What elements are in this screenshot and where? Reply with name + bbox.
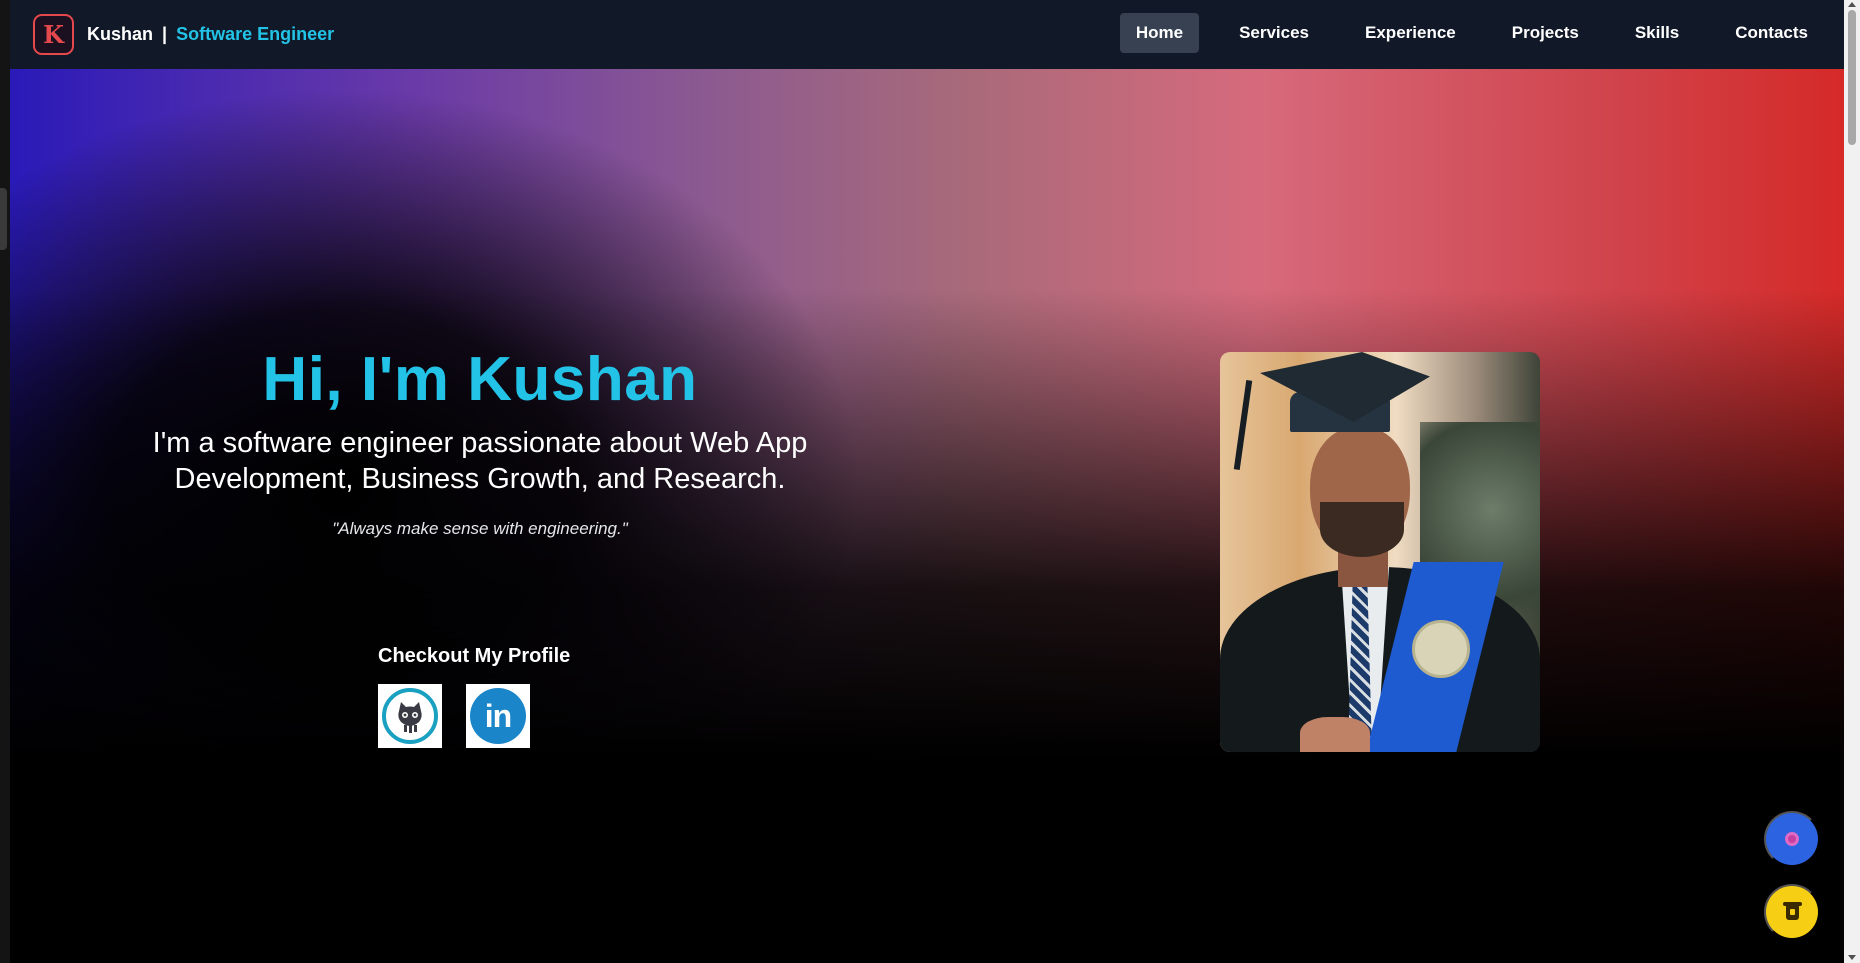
github-icon [382, 688, 438, 744]
hero-subtitle-line-1: I'm a software engineer passionate about… [152, 427, 808, 459]
profile-heading: Checkout My Profile [378, 645, 571, 667]
nav-item-projects[interactable]: Projects [1496, 13, 1595, 53]
settings-button[interactable] [1764, 811, 1820, 867]
profile-icon-row: in [378, 684, 570, 748]
hero-subtitle: I'm a software engineer passionate about… [90, 425, 870, 497]
profile-photo [1220, 352, 1540, 752]
gear-icon [1785, 832, 1799, 846]
scrollbar[interactable] [1844, 0, 1860, 963]
brand-name: Kushan [87, 24, 154, 44]
hero-section: Hi, I'm Kushan I'm a software engineer p… [10, 69, 1844, 963]
octocat-glyph [398, 702, 422, 733]
scroll-up-arrow-icon[interactable] [1848, 2, 1856, 7]
buy-me-coffee-button[interactable] [1764, 884, 1820, 940]
logo-letter: K [43, 20, 64, 49]
linkedin-icon-text: in [484, 697, 512, 734]
window-edge [0, 0, 10, 963]
hero-subtitle-line-2: Development, Business Growth, and Resear… [174, 463, 786, 495]
nav-item-skills[interactable]: Skills [1619, 13, 1695, 53]
side-panel-handle[interactable] [0, 188, 7, 250]
main-nav: Home Services Experience Projects Skills… [1096, 13, 1824, 53]
github-link[interactable] [378, 684, 442, 748]
scroll-down-arrow-icon[interactable] [1848, 955, 1856, 960]
nav-item-experience[interactable]: Experience [1349, 13, 1472, 53]
nav-item-contacts[interactable]: Contacts [1719, 13, 1824, 53]
logo-icon[interactable]: K [33, 14, 74, 55]
brand[interactable]: K Kushan | Software Engineer [33, 14, 334, 55]
linkedin-link[interactable]: in [466, 684, 530, 748]
linkedin-icon: in [470, 688, 526, 744]
brand-role: Software Engineer [176, 24, 335, 44]
hero-quote: "Always make sense with engineering." [332, 519, 628, 538]
hero-title: Hi, I'm Kushan [262, 345, 698, 414]
profile-links: Checkout My Profile in [378, 645, 570, 748]
navbar: K Kushan | Software Engineer Home Servic… [10, 0, 1844, 69]
scrollbar-thumb[interactable] [1848, 10, 1856, 145]
coffee-cup-icon [1782, 901, 1802, 920]
hero-intro: Hi, I'm Kushan I'm a software engineer p… [90, 344, 870, 539]
nav-item-services[interactable]: Services [1223, 13, 1325, 53]
brand-text: Kushan | Software Engineer [87, 24, 334, 45]
brand-separator: | [162, 24, 168, 44]
nav-item-home[interactable]: Home [1119, 13, 1200, 53]
